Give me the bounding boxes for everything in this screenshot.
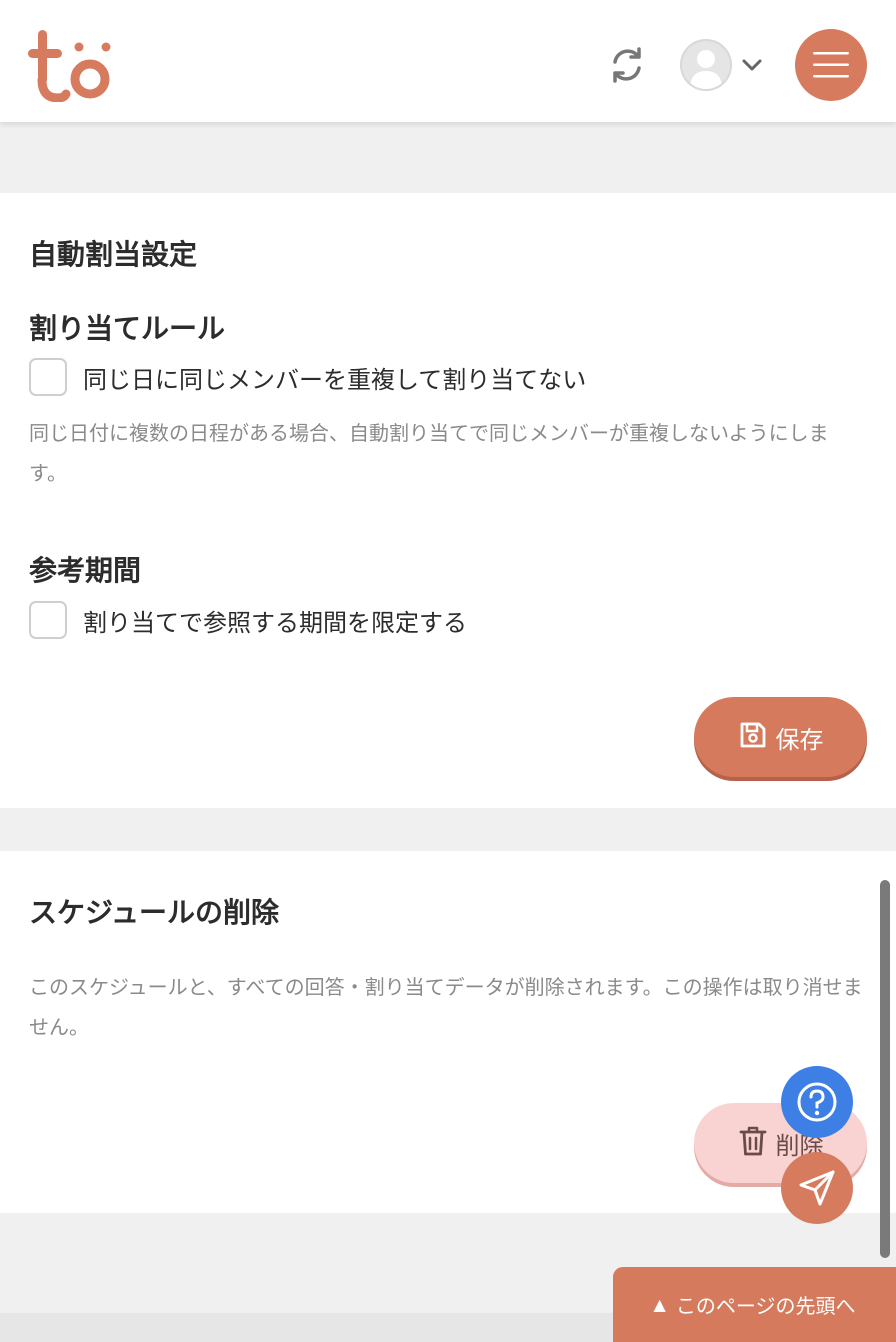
chevron-down-icon [742,56,762,75]
back-to-top-button[interactable]: ▲ このページの先頭へ [613,1267,896,1342]
no-duplicate-checkbox-row[interactable]: 同じ日に同じメンバーを重複して割り当てない [29,358,586,396]
sync-icon [613,47,641,83]
sync-button[interactable] [606,44,648,86]
save-icon [738,720,768,754]
delete-section-title: スケジュールの削除 [29,896,280,929]
help-button[interactable] [781,1066,853,1138]
logo-icon [28,30,111,103]
save-label: 保存 [775,725,824,754]
limit-period-checkbox[interactable] [29,601,67,639]
auto-assign-card: 自動割当設定 割り当てルール 同じ日に同じメンバーを重複して割り当てない 同じ日… [0,193,896,808]
delete-description: このスケジュールと、すべての回答・割り当てデータが削除されます。この操作は取り消… [29,975,863,1039]
question-circle-icon [797,1082,837,1122]
no-duplicate-checkbox[interactable] [29,358,67,396]
hamburger-menu-icon [813,52,849,78]
limit-period-checkbox-label: 割り当てで参照する期間を限定する [83,608,467,637]
save-button[interactable]: 保存 [694,697,867,777]
delete-schedule-card: スケジュールの削除 このスケジュールと、すべての回答・割り当てデータが削除されま… [0,851,896,1213]
no-duplicate-checkbox-label: 同じ日に同じメンバーを重複して割り当てない [83,365,587,394]
rule-description: 同じ日付に複数の日程がある場合、自動割り当てで同じメンバーが重複しないようにしま… [29,421,829,485]
limit-period-checkbox-row[interactable]: 割り当てで参照する期間を限定する [29,601,467,639]
scrollbar[interactable] [880,880,890,1258]
user-avatar-icon [680,39,732,91]
menu-button[interactable] [795,29,867,101]
app-logo[interactable] [28,28,116,103]
send-button[interactable] [781,1152,853,1224]
period-heading: 参考期間 [29,554,142,587]
rule-heading: 割り当てルール [29,312,226,345]
up-arrow-icon: ▲ [653,1295,666,1314]
back-to-top-label: このページの先頭へ [675,1294,856,1318]
paper-plane-icon [799,1170,835,1206]
app-header [0,0,896,122]
account-menu[interactable] [680,38,770,92]
section-title: 自動割当設定 [29,238,198,271]
trash-icon [738,1125,768,1161]
